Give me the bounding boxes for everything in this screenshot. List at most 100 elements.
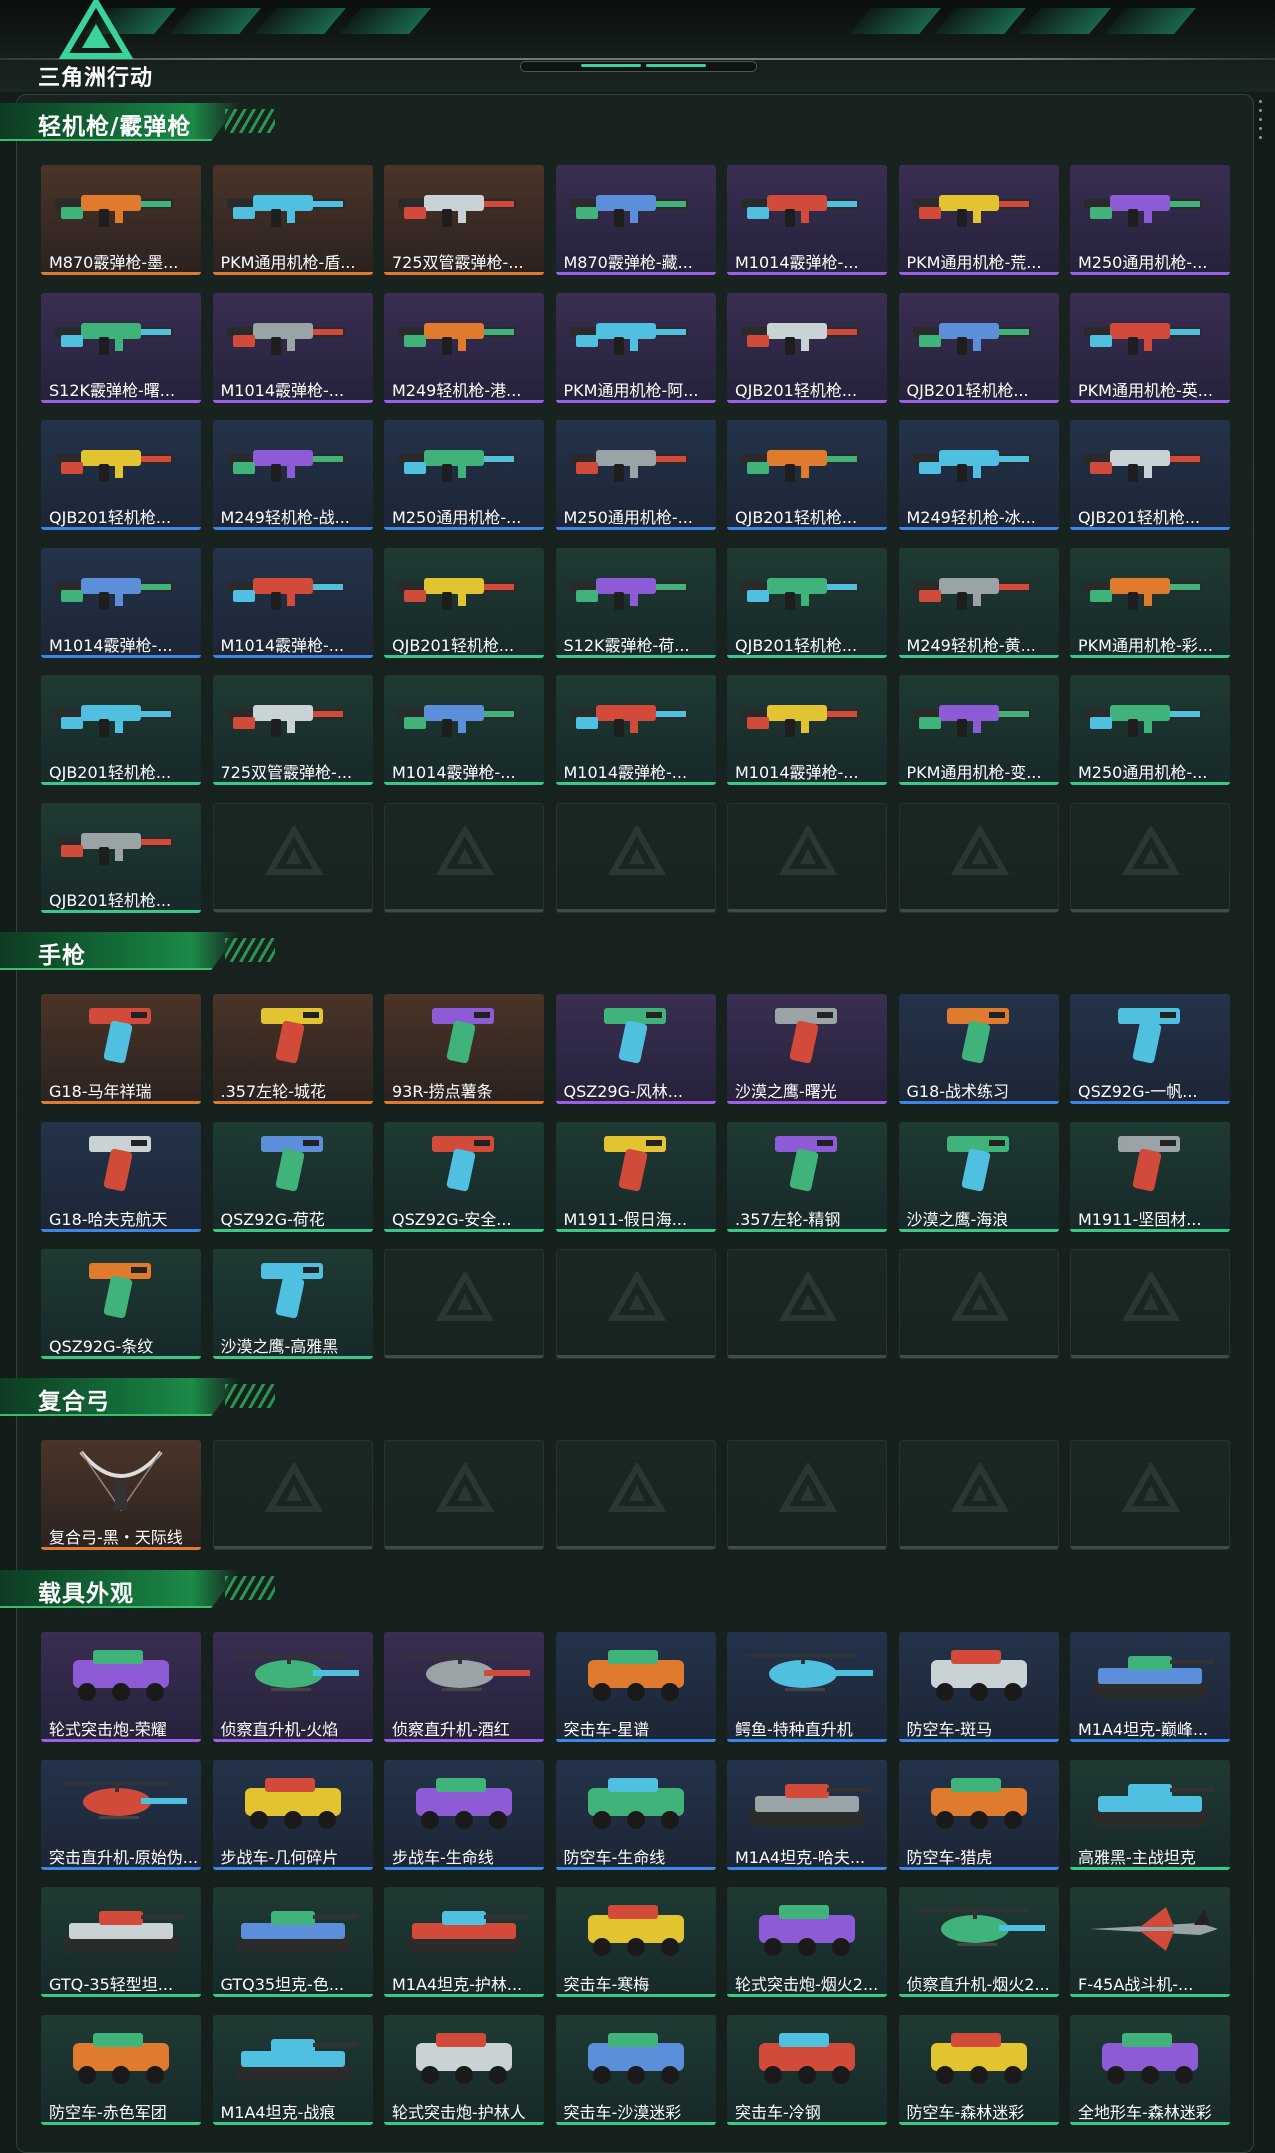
skin-card[interactable]: PKM通用机枪-阿... xyxy=(555,292,716,403)
skin-card[interactable]: 防空车-生命线 xyxy=(555,1759,716,1870)
skin-card[interactable]: QSZ92G-安全... xyxy=(384,1121,544,1232)
skin-card[interactable]: 突击车-星谱 xyxy=(555,1632,716,1742)
skin-card[interactable]: 沙漠之鹰-高雅黑 xyxy=(212,1249,373,1359)
skin-card[interactable]: M250通用机枪-... xyxy=(384,420,544,530)
skin-card[interactable]: .357左轮-城花 xyxy=(212,994,373,1104)
skin-card[interactable]: PKM通用机枪-彩... xyxy=(1070,547,1230,658)
skin-card[interactable]: 防空车-猎虎 xyxy=(898,1759,1059,1870)
skin-card[interactable]: 防空车-赤色军团 xyxy=(41,2014,201,2125)
gun-skin-icon xyxy=(569,577,688,610)
skin-card[interactable]: 突击车-沙漠迷彩 xyxy=(555,2014,716,2125)
skin-card[interactable]: S12K霰弹枪-曙... xyxy=(41,292,201,403)
skin-card[interactable]: 侦察直升机-火焰 xyxy=(212,1632,373,1742)
skin-card[interactable]: M1A4坦克-护林... xyxy=(384,1887,544,1997)
skin-card[interactable]: M250通用机枪-... xyxy=(1070,165,1230,275)
banner-stripe xyxy=(169,8,261,34)
skin-card[interactable]: QJB201轻机枪... xyxy=(41,675,201,785)
rarity-bar xyxy=(41,654,201,658)
skin-card[interactable]: QJB201轻机枪... xyxy=(41,420,201,530)
skin-card[interactable]: M1014霰弹枪-... xyxy=(212,292,373,403)
skin-card[interactable]: QJB201轻机枪... xyxy=(727,547,887,658)
skin-card[interactable]: 93R-捞点薯条 xyxy=(384,994,544,1104)
skin-card[interactable]: G18-哈夫克航天 xyxy=(41,1121,201,1232)
skin-card[interactable]: G18-战术练习 xyxy=(898,994,1059,1104)
skin-card[interactable]: 复合弓-黑・天际线 xyxy=(41,1440,201,1550)
skin-card[interactable]: G18-马年祥瑞 xyxy=(41,994,201,1104)
skin-name: 突击车-沙漠迷彩 xyxy=(563,2102,682,2122)
skin-card[interactable]: 鳄鱼-特种直升机 xyxy=(727,1632,887,1742)
gun-skin-icon xyxy=(912,705,1031,737)
empty-slot xyxy=(212,1440,373,1550)
skin-card[interactable]: QSZ92G-条纹 xyxy=(41,1249,201,1359)
skin-card[interactable]: M1014霰弹枪-... xyxy=(384,675,544,785)
skin-card[interactable]: M1911-坚固材... xyxy=(1070,1121,1230,1232)
skin-name: 复合弓-黑・天际线 xyxy=(49,1528,183,1547)
skin-card[interactable]: QSZ29G-风林... xyxy=(555,994,716,1104)
skin-name: 突击车-寒梅 xyxy=(563,1975,650,1994)
skin-card[interactable]: 沙漠之鹰-曙光 xyxy=(727,994,887,1104)
skin-card[interactable]: 防空车-森林迷彩 xyxy=(898,2014,1059,2125)
skin-card[interactable]: PKM通用机枪-盾... xyxy=(212,165,373,275)
skin-card[interactable]: M1A4坦克-巅峰... xyxy=(1070,1632,1230,1742)
skin-card[interactable]: M249轻机枪-黄... xyxy=(898,547,1059,658)
skin-name: PKM通用机枪-英... xyxy=(1078,380,1213,400)
skin-card[interactable]: 突击车-寒梅 xyxy=(555,1887,716,1997)
skin-card[interactable]: M1A4坦克-哈夫... xyxy=(727,1759,887,1870)
skin-card[interactable]: 轮式突击炮-荣耀 xyxy=(41,1632,201,1742)
skin-card[interactable]: QJB201轻机枪... xyxy=(727,420,887,530)
skin-card[interactable]: M1014霰弹枪-... xyxy=(555,675,716,785)
skin-card[interactable]: QJB201轻机枪... xyxy=(727,292,887,403)
skin-card[interactable]: .357左轮-精钢 xyxy=(727,1121,887,1232)
pistol-skin-icon xyxy=(89,1008,151,1064)
skin-card[interactable]: 轮式突击炮-烟火2... xyxy=(727,1887,887,1997)
skin-card[interactable]: F-45A战斗机-... xyxy=(1070,1887,1230,1997)
skin-card[interactable]: 侦察直升机-酒红 xyxy=(384,1632,544,1742)
skin-card[interactable]: 高雅黑-主战坦克 xyxy=(1070,1759,1230,1870)
pistol-skin-icon xyxy=(89,1135,151,1191)
skin-card[interactable]: QSZ92G-一帆... xyxy=(1070,994,1230,1104)
skin-name: 725双管霰弹枪-... xyxy=(220,763,353,782)
skin-card[interactable]: M1014霰弹枪-... xyxy=(727,165,887,275)
skin-card[interactable]: S12K霰弹枪-荷... xyxy=(555,547,716,658)
skin-card[interactable]: GTQ-35轻型坦... xyxy=(41,1887,201,1997)
skin-card[interactable]: 725双管霰弹枪-... xyxy=(212,675,373,785)
skin-card[interactable]: 侦察直升机-烟火2... xyxy=(898,1887,1059,1997)
skin-card[interactable]: QJB201轻机枪... xyxy=(384,547,544,658)
skin-card[interactable]: 725双管霰弹枪-... xyxy=(384,165,544,275)
skin-name: PKM通用机枪-盾... xyxy=(220,253,356,272)
skin-card[interactable]: 轮式突击炮-护林人 xyxy=(384,2014,544,2125)
skin-card[interactable]: 沙漠之鹰-海浪 xyxy=(898,1121,1059,1232)
heli-skin-icon xyxy=(61,1781,187,1819)
skin-card[interactable]: M1014霰弹枪-... xyxy=(41,547,201,658)
skin-card[interactable]: M250通用机枪-... xyxy=(555,420,716,530)
skin-card[interactable]: PKM通用机枪-变... xyxy=(898,675,1059,785)
skin-card[interactable]: M249轻机枪-战... xyxy=(212,420,373,530)
skin-card[interactable]: M249轻机枪-港... xyxy=(384,292,544,403)
skin-card[interactable]: QJB201轻机枪... xyxy=(41,802,201,913)
skin-card[interactable]: M870霰弹枪-墨... xyxy=(41,165,201,275)
skin-card[interactable]: M870霰弹枪-藏... xyxy=(555,165,716,275)
skin-card[interactable]: 突击车-冷钢 xyxy=(727,2014,887,2125)
skin-card[interactable]: 全地形车-森林迷彩 xyxy=(1070,2014,1230,2125)
placeholder-logo-icon xyxy=(1121,825,1181,875)
skin-card[interactable]: M1911-假日海... xyxy=(555,1121,716,1232)
skin-card[interactable]: 防空车-斑马 xyxy=(898,1632,1059,1742)
skin-card[interactable]: 突击直升机-原始伪... xyxy=(41,1759,201,1870)
skin-card[interactable]: QJB201轻机枪... xyxy=(1070,420,1230,530)
placeholder-logo-icon xyxy=(778,1463,838,1512)
skin-card[interactable]: 步战车-生命线 xyxy=(384,1759,544,1870)
scroll-indicator[interactable] xyxy=(1259,100,1263,145)
skin-card[interactable]: PKM通用机枪-荒... xyxy=(898,165,1059,275)
skin-card[interactable]: M1A4坦克-战痕 xyxy=(212,2014,373,2125)
skin-card[interactable]: PKM通用机枪-英... xyxy=(1070,292,1230,403)
skin-card[interactable]: M250通用机枪-... xyxy=(1070,675,1230,785)
skin-card[interactable]: QSZ92G-荷花 xyxy=(212,1121,373,1232)
skin-card[interactable]: QJB201轻机枪... xyxy=(898,292,1059,403)
gun-skin-icon xyxy=(398,450,516,482)
skin-card[interactable]: M249轻机枪-冰... xyxy=(898,420,1059,530)
skin-card[interactable]: M1014霰弹枪-... xyxy=(212,547,373,658)
skin-card[interactable]: M1014霰弹枪-... xyxy=(727,675,887,785)
rarity-bar xyxy=(212,2121,373,2125)
skin-card[interactable]: 步战车-几何碎片 xyxy=(212,1759,373,1870)
skin-card[interactable]: GTQ35坦克-色... xyxy=(212,1887,373,1997)
